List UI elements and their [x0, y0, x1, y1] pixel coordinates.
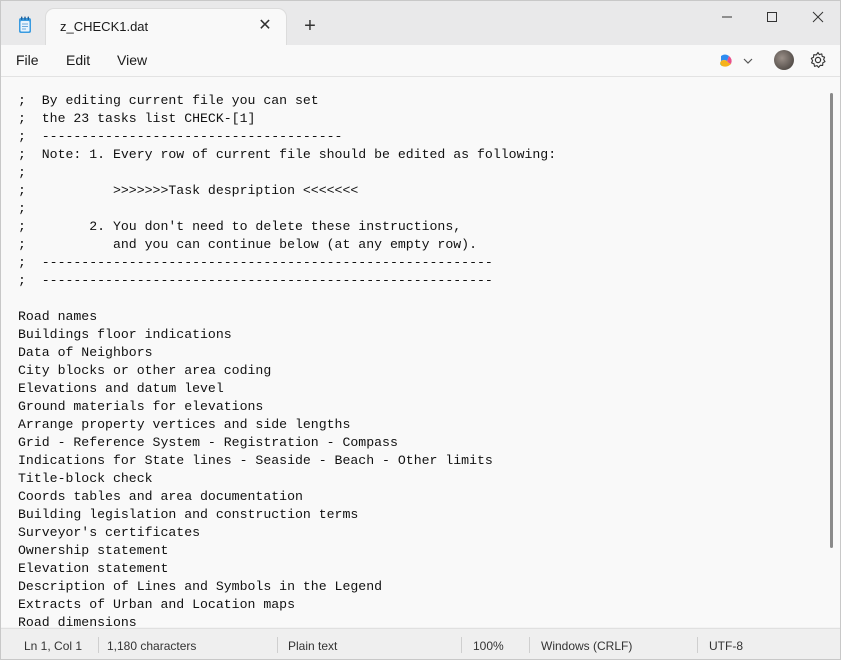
text-line[interactable]: Road dimensions: [18, 614, 820, 627]
text-line[interactable]: ;: [18, 200, 820, 218]
status-divider: [277, 637, 278, 653]
text-line[interactable]: Building legislation and construction te…: [18, 506, 820, 524]
status-divider: [98, 637, 99, 653]
text-line[interactable]: ; --------------------------------------…: [18, 272, 820, 290]
text-line[interactable]: City blocks or other area coding: [18, 362, 820, 380]
status-divider: [461, 637, 462, 653]
status-bar: Ln 1, Col 1 1,180 characters Plain text …: [1, 628, 840, 659]
text-line[interactable]: Description of Lines and Symbols in the …: [18, 578, 820, 596]
text-line[interactable]: Title-block check: [18, 470, 820, 488]
line-ending: Windows (CRLF): [541, 639, 633, 653]
text-line[interactable]: ;: [18, 164, 820, 182]
zoom-level[interactable]: 100%: [473, 639, 504, 653]
menu-view[interactable]: View: [117, 52, 147, 68]
status-divider: [697, 637, 698, 653]
menu-edit[interactable]: Edit: [66, 52, 90, 68]
text-line[interactable]: Indications for State lines - Seaside - …: [18, 452, 820, 470]
text-line[interactable]: Surveyor's certificates: [18, 524, 820, 542]
text-line[interactable]: ; 2. You don't need to delete these inst…: [18, 218, 820, 236]
text-line[interactable]: Extracts of Urban and Location maps: [18, 596, 820, 614]
tab-title: z_CHECK1.dat: [60, 19, 149, 34]
status-divider: [529, 637, 530, 653]
text-line[interactable]: Ownership statement: [18, 542, 820, 560]
text-line[interactable]: ; By editing current file you can set: [18, 92, 820, 110]
text-line[interactable]: [18, 290, 820, 308]
text-line[interactable]: Grid - Reference System - Registration -…: [18, 434, 820, 452]
gear-icon[interactable]: [809, 51, 827, 69]
close-tab-icon[interactable]: ✕: [256, 17, 274, 35]
file-format: Plain text: [288, 639, 338, 653]
document-text[interactable]: ; By editing current file you can set; t…: [18, 92, 820, 627]
menu-file[interactable]: File: [16, 52, 39, 68]
text-line[interactable]: Arrange property vertices and side lengt…: [18, 416, 820, 434]
avatar[interactable]: [774, 50, 794, 70]
character-count: 1,180 characters: [107, 639, 197, 653]
text-line[interactable]: ; and you can continue below (at any emp…: [18, 236, 820, 254]
text-line[interactable]: ; >>>>>>>Task despription <<<<<<<: [18, 182, 820, 200]
vertical-scrollbar[interactable]: [830, 93, 833, 548]
text-line[interactable]: Buildings floor indications: [18, 326, 820, 344]
text-line[interactable]: Road names: [18, 308, 820, 326]
notepad-icon: [18, 16, 32, 34]
tab-file[interactable]: z_CHECK1.dat ✕: [46, 9, 286, 45]
text-line[interactable]: Coords tables and area documentation: [18, 488, 820, 506]
text-line[interactable]: ; --------------------------------------: [18, 128, 820, 146]
notepad-window: z_CHECK1.dat ✕ + File Edit View ; By edi…: [0, 0, 841, 660]
menu-bar: File Edit View: [1, 45, 840, 77]
new-tab-button[interactable]: +: [300, 16, 320, 36]
text-line[interactable]: Elevations and datum level: [18, 380, 820, 398]
minimize-icon[interactable]: [704, 1, 750, 33]
title-bar: z_CHECK1.dat ✕ +: [1, 1, 840, 45]
cursor-position: Ln 1, Col 1: [24, 639, 83, 653]
encoding: UTF-8: [709, 639, 743, 653]
maximize-icon[interactable]: [749, 1, 795, 33]
text-line[interactable]: Elevation statement: [18, 560, 820, 578]
text-line[interactable]: ; --------------------------------------…: [18, 254, 820, 272]
text-line[interactable]: ; Note: 1. Every row of current file sho…: [18, 146, 820, 164]
text-line[interactable]: Ground materials for elevations: [18, 398, 820, 416]
copilot-button[interactable]: [717, 52, 757, 70]
text-line[interactable]: ; the 23 tasks list CHECK-[1]: [18, 110, 820, 128]
close-window-icon[interactable]: [795, 1, 840, 33]
text-line[interactable]: Data of Neighbors: [18, 344, 820, 362]
text-editor[interactable]: ; By editing current file you can set; t…: [1, 77, 840, 627]
